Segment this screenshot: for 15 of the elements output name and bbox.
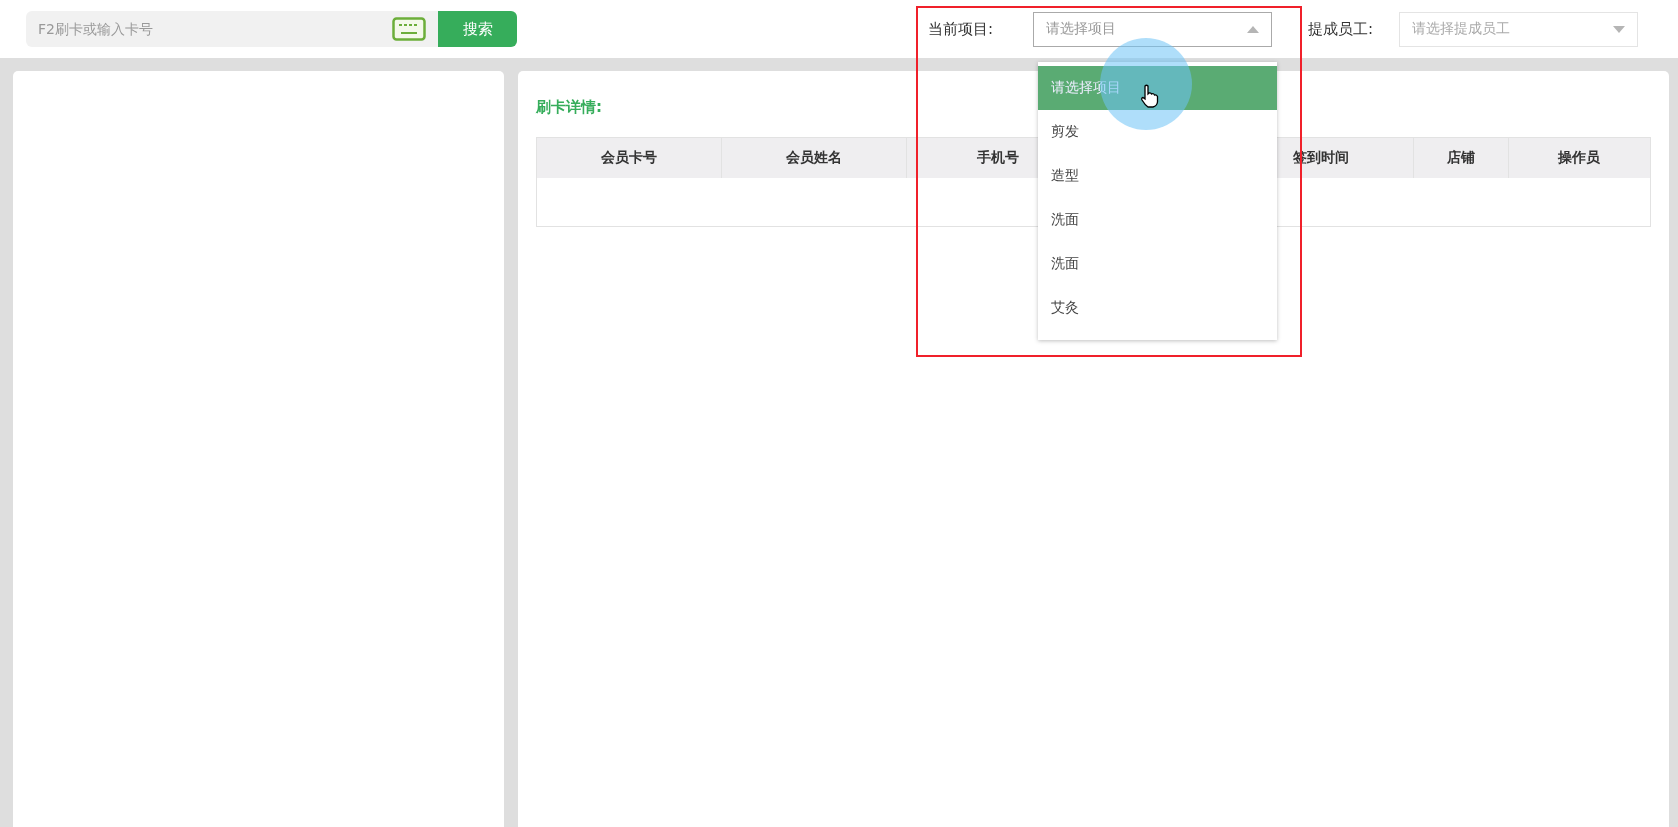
column-header: 操作员 bbox=[1508, 137, 1651, 178]
column-header: 店铺 bbox=[1413, 137, 1508, 178]
keyboard-icon[interactable] bbox=[392, 17, 426, 41]
staff-label: 提成员工: bbox=[1308, 19, 1374, 39]
dropdown-option[interactable]: 洗面 bbox=[1038, 242, 1277, 286]
caret-up-icon bbox=[1247, 25, 1260, 33]
column-header: 会员姓名 bbox=[721, 137, 906, 178]
caret-down-icon bbox=[1613, 25, 1626, 33]
dropdown-option[interactable]: 艾灸 bbox=[1038, 286, 1277, 330]
column-header: 会员卡号 bbox=[536, 137, 722, 178]
project-label: 当前项目: bbox=[928, 19, 994, 39]
search-field[interactable]: F2刷卡或输入卡号 bbox=[26, 11, 438, 47]
details-title: 刷卡详情: bbox=[536, 98, 602, 117]
hand-cursor-icon bbox=[1140, 84, 1160, 108]
dropdown-option[interactable]: 洗面 bbox=[1038, 198, 1277, 242]
